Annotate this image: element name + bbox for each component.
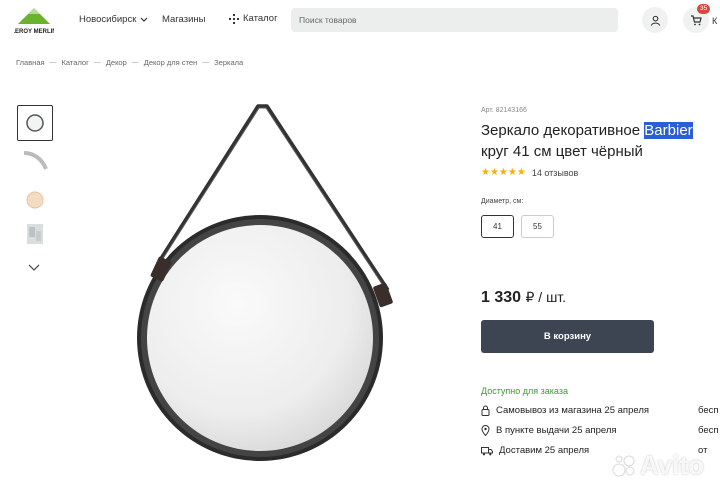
delivery-text: В пункте выдачи 25 апреля [496,425,617,436]
price: 1 330 ₽ / шт. [481,289,566,307]
rating[interactable]: ★★★★★ 14 отзывов [481,167,578,178]
cart-icon [691,15,702,26]
title-highlight: Barbier [644,122,693,139]
product-title: Зеркало декоративное Barbier круг 41 см … [481,120,720,162]
city-selector[interactable]: Новосибирск [79,14,148,25]
delivery-price: бесп [698,405,719,416]
thumbnail-mirror-interior[interactable] [17,216,53,252]
account-button[interactable] [642,7,668,33]
delivery-text: Самовывоз из магазина 25 апреля [496,405,650,416]
add-to-cart-button[interactable]: В корзину [481,320,654,353]
availability-status: Доступно для заказа [481,386,568,396]
avito-watermark-text: Avito [640,450,705,480]
breadcrumb-separator: — [93,59,101,66]
svg-text:LEROY MERLIN: LEROY MERLIN [14,29,54,35]
delivery-option-pickup-point: В пункте выдачи 25 апреля [481,425,617,436]
avito-watermark: Avito [612,450,704,481]
price-unit: ₽ / шт. [525,289,567,305]
breadcrumb-separator: — [131,59,139,66]
breadcrumb: Главная — Каталог — Декор — Декор для ст… [16,58,243,67]
breadcrumb-item[interactable]: Главная [16,58,45,67]
avito-logo-icon [612,455,635,476]
diameter-label: Диаметр, см: [481,198,524,205]
thumbnail-mirror-side[interactable] [17,142,53,178]
truck-icon [481,446,493,455]
leroy-merlin-logo[interactable]: LEROY MERLIN [11,6,57,36]
catalog-label: Каталог [243,13,278,24]
breadcrumb-item[interactable]: Зеркала [214,58,243,67]
product-main-image[interactable] [120,98,400,488]
lock-icon [481,405,490,416]
title-part-1: Зеркало декоративное [481,122,645,139]
delivery-option-pickup-store: Самовывоз из магазина 25 апреля [481,405,649,416]
chevron-down-icon [28,264,40,271]
breadcrumb-separator: — [202,59,210,66]
title-part-2: круг 41 см цвет чёрный [481,143,643,160]
breadcrumb-item[interactable]: Декор [106,58,127,67]
search-input[interactable] [291,8,618,32]
user-icon [650,15,660,26]
reviews-link[interactable]: 14 отзывов [532,168,579,178]
thumbnails-scroll-down[interactable] [27,259,41,277]
catalog-icon [229,13,239,24]
cart-count-badge: 35 [697,4,711,14]
location-pin-icon [481,425,490,436]
header: LEROY MERLIN Новосибирск Магазины Катало… [0,0,720,44]
thumbnail-mirror-front[interactable] [17,105,53,141]
catalog-button[interactable]: Каталог [229,13,278,24]
price-value: 1 330 [481,289,522,306]
breadcrumb-separator: — [49,59,57,66]
thumbnail-mirror-back[interactable] [17,182,53,218]
breadcrumb-item[interactable]: Каталог [62,58,89,67]
cart-label: К [712,16,718,26]
delivery-price: бесп [698,425,719,436]
size-option-41[interactable]: 41 [481,215,514,238]
size-option-55[interactable]: 55 [521,215,554,238]
shops-link[interactable]: Магазины [162,14,205,25]
city-label: Новосибирск [79,14,137,25]
chevron-down-icon [140,17,148,22]
rating-stars: ★★★★★ [481,167,526,178]
delivery-text: Доставим 25 апреля [499,445,590,456]
delivery-option-courier: Доставим 25 апреля [481,445,589,456]
article-number: Арт. 82143166 [481,107,527,114]
breadcrumb-item[interactable]: Декор для стен [144,58,197,67]
